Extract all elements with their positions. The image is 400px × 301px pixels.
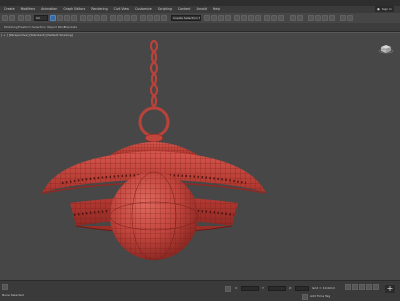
tab-object-paint[interactable]: Object Paint bbox=[47, 23, 65, 31]
render-setup-icon[interactable] bbox=[264, 15, 270, 21]
selection-status: None Selected bbox=[2, 293, 24, 297]
time-tag-icon[interactable] bbox=[302, 294, 308, 300]
reference-coord-icon[interactable] bbox=[110, 15, 116, 21]
y-label: Y: bbox=[262, 286, 265, 290]
redo-icon[interactable] bbox=[9, 15, 15, 21]
select-manipulate-icon[interactable] bbox=[124, 15, 130, 21]
arnold-light-icon[interactable] bbox=[340, 15, 346, 21]
open-explorer-icon[interactable] bbox=[290, 15, 296, 21]
tab-freeform[interactable]: Freeform bbox=[18, 23, 31, 31]
lamp-model[interactable] bbox=[0, 33, 400, 281]
lock-selection-icon[interactable] bbox=[225, 286, 231, 292]
material-editor-icon[interactable] bbox=[255, 15, 261, 21]
rendered-frame-window-icon[interactable] bbox=[271, 15, 277, 21]
place-icon[interactable] bbox=[101, 15, 107, 21]
sign-in-button[interactable]: ● Sign In bbox=[375, 6, 394, 12]
menu-customize[interactable]: Customize bbox=[135, 6, 158, 13]
mirror-icon[interactable] bbox=[204, 15, 210, 21]
x-coordinate-field[interactable] bbox=[241, 286, 259, 291]
move-icon[interactable] bbox=[80, 15, 86, 21]
toggle-ribbon-icon[interactable] bbox=[234, 15, 240, 21]
undo-icon[interactable] bbox=[2, 15, 8, 21]
user-icon: ● bbox=[377, 7, 380, 11]
menu-scripting[interactable]: Scripting bbox=[158, 6, 178, 13]
z-coordinate-field[interactable] bbox=[295, 286, 309, 291]
select-object-icon[interactable] bbox=[50, 15, 56, 21]
status-bar: None Selected X: Y: Z: Grid = 10.0mm Add… bbox=[0, 280, 400, 301]
workspace-icon[interactable] bbox=[308, 15, 314, 21]
schematic-view-icon[interactable] bbox=[248, 15, 254, 21]
go-to-end-icon[interactable] bbox=[373, 284, 379, 290]
toggle-scene-explorer-icon[interactable] bbox=[218, 15, 224, 21]
toggle-layer-explorer-icon[interactable] bbox=[225, 15, 231, 21]
align-icon[interactable] bbox=[211, 15, 217, 21]
grid-size: Grid = 10.0mm bbox=[312, 286, 336, 290]
viewport-layout-icon[interactable] bbox=[315, 15, 321, 21]
menu-help[interactable]: Help bbox=[213, 6, 226, 13]
add-viewport-icon[interactable]: + bbox=[385, 285, 395, 293]
selection-filter-dropdown[interactable]: All bbox=[34, 15, 48, 21]
menu-arnold[interactable]: Arnold bbox=[197, 6, 213, 13]
project-folder-icon[interactable] bbox=[297, 15, 303, 21]
arnold-render-icon[interactable] bbox=[322, 15, 328, 21]
arnold-settings-icon[interactable] bbox=[347, 15, 353, 21]
x-label: X: bbox=[235, 286, 239, 290]
top-cap bbox=[144, 133, 164, 143]
previous-frame-icon[interactable] bbox=[352, 284, 358, 290]
menu-content[interactable]: Content bbox=[178, 6, 197, 13]
play-icon[interactable] bbox=[359, 284, 365, 290]
menu-modifiers[interactable]: Modifiers bbox=[21, 6, 42, 13]
menu-bar: Create Modifiers Animation Graph Editors… bbox=[0, 6, 400, 13]
menu-rendering[interactable]: Rendering bbox=[91, 6, 113, 13]
next-frame-icon[interactable] bbox=[366, 284, 372, 290]
ribbon: Modeling Freeform Selection Object Paint… bbox=[0, 23, 400, 32]
sign-in-label: Sign In bbox=[381, 7, 392, 11]
curve-editor-icon[interactable] bbox=[241, 15, 247, 21]
menu-civil-view[interactable]: Civil View bbox=[114, 6, 135, 13]
tab-modeling[interactable]: Modeling bbox=[4, 23, 18, 31]
z-label: Z: bbox=[289, 286, 293, 290]
add-time-tag[interactable]: Add Time Tag bbox=[310, 294, 330, 299]
percent-snap-icon[interactable] bbox=[154, 15, 160, 21]
scale-icon[interactable] bbox=[94, 15, 100, 21]
y-coordinate-field[interactable] bbox=[268, 286, 286, 291]
perspective-viewport[interactable]: [ + ] [Perspective] [Standard] [Default … bbox=[0, 32, 400, 281]
link-icon[interactable] bbox=[18, 15, 24, 21]
tab-selection[interactable]: Selection bbox=[32, 23, 46, 31]
select-by-name-icon[interactable] bbox=[57, 15, 63, 21]
angle-snap-icon[interactable] bbox=[147, 15, 153, 21]
menu-animation[interactable]: Animation bbox=[41, 6, 63, 13]
rect-selection-icon[interactable] bbox=[64, 15, 70, 21]
pivot-icon[interactable] bbox=[117, 15, 123, 21]
go-to-start-icon[interactable] bbox=[345, 284, 351, 290]
render-production-icon[interactable] bbox=[278, 15, 284, 21]
maxscript-listener-icon[interactable] bbox=[2, 284, 8, 290]
menu-create[interactable]: Create bbox=[4, 6, 21, 13]
arnold-ipr-icon[interactable] bbox=[329, 15, 335, 21]
window-crossing-icon[interactable] bbox=[71, 15, 77, 21]
menu-graph-editors[interactable]: Graph Editors bbox=[63, 6, 91, 13]
chain bbox=[149, 39, 159, 108]
tab-populate[interactable]: Populate bbox=[64, 23, 77, 31]
spinner-snap-icon[interactable] bbox=[161, 15, 167, 21]
named-selection-set-dropdown[interactable]: Create Selection Se bbox=[171, 15, 201, 21]
keyboard-shortcut-icon[interactable] bbox=[131, 15, 137, 21]
hanging-ring bbox=[138, 106, 170, 138]
rotate-icon[interactable] bbox=[87, 15, 93, 21]
snaps-toggle-icon[interactable] bbox=[140, 15, 146, 21]
unlink-icon[interactable] bbox=[25, 15, 31, 21]
